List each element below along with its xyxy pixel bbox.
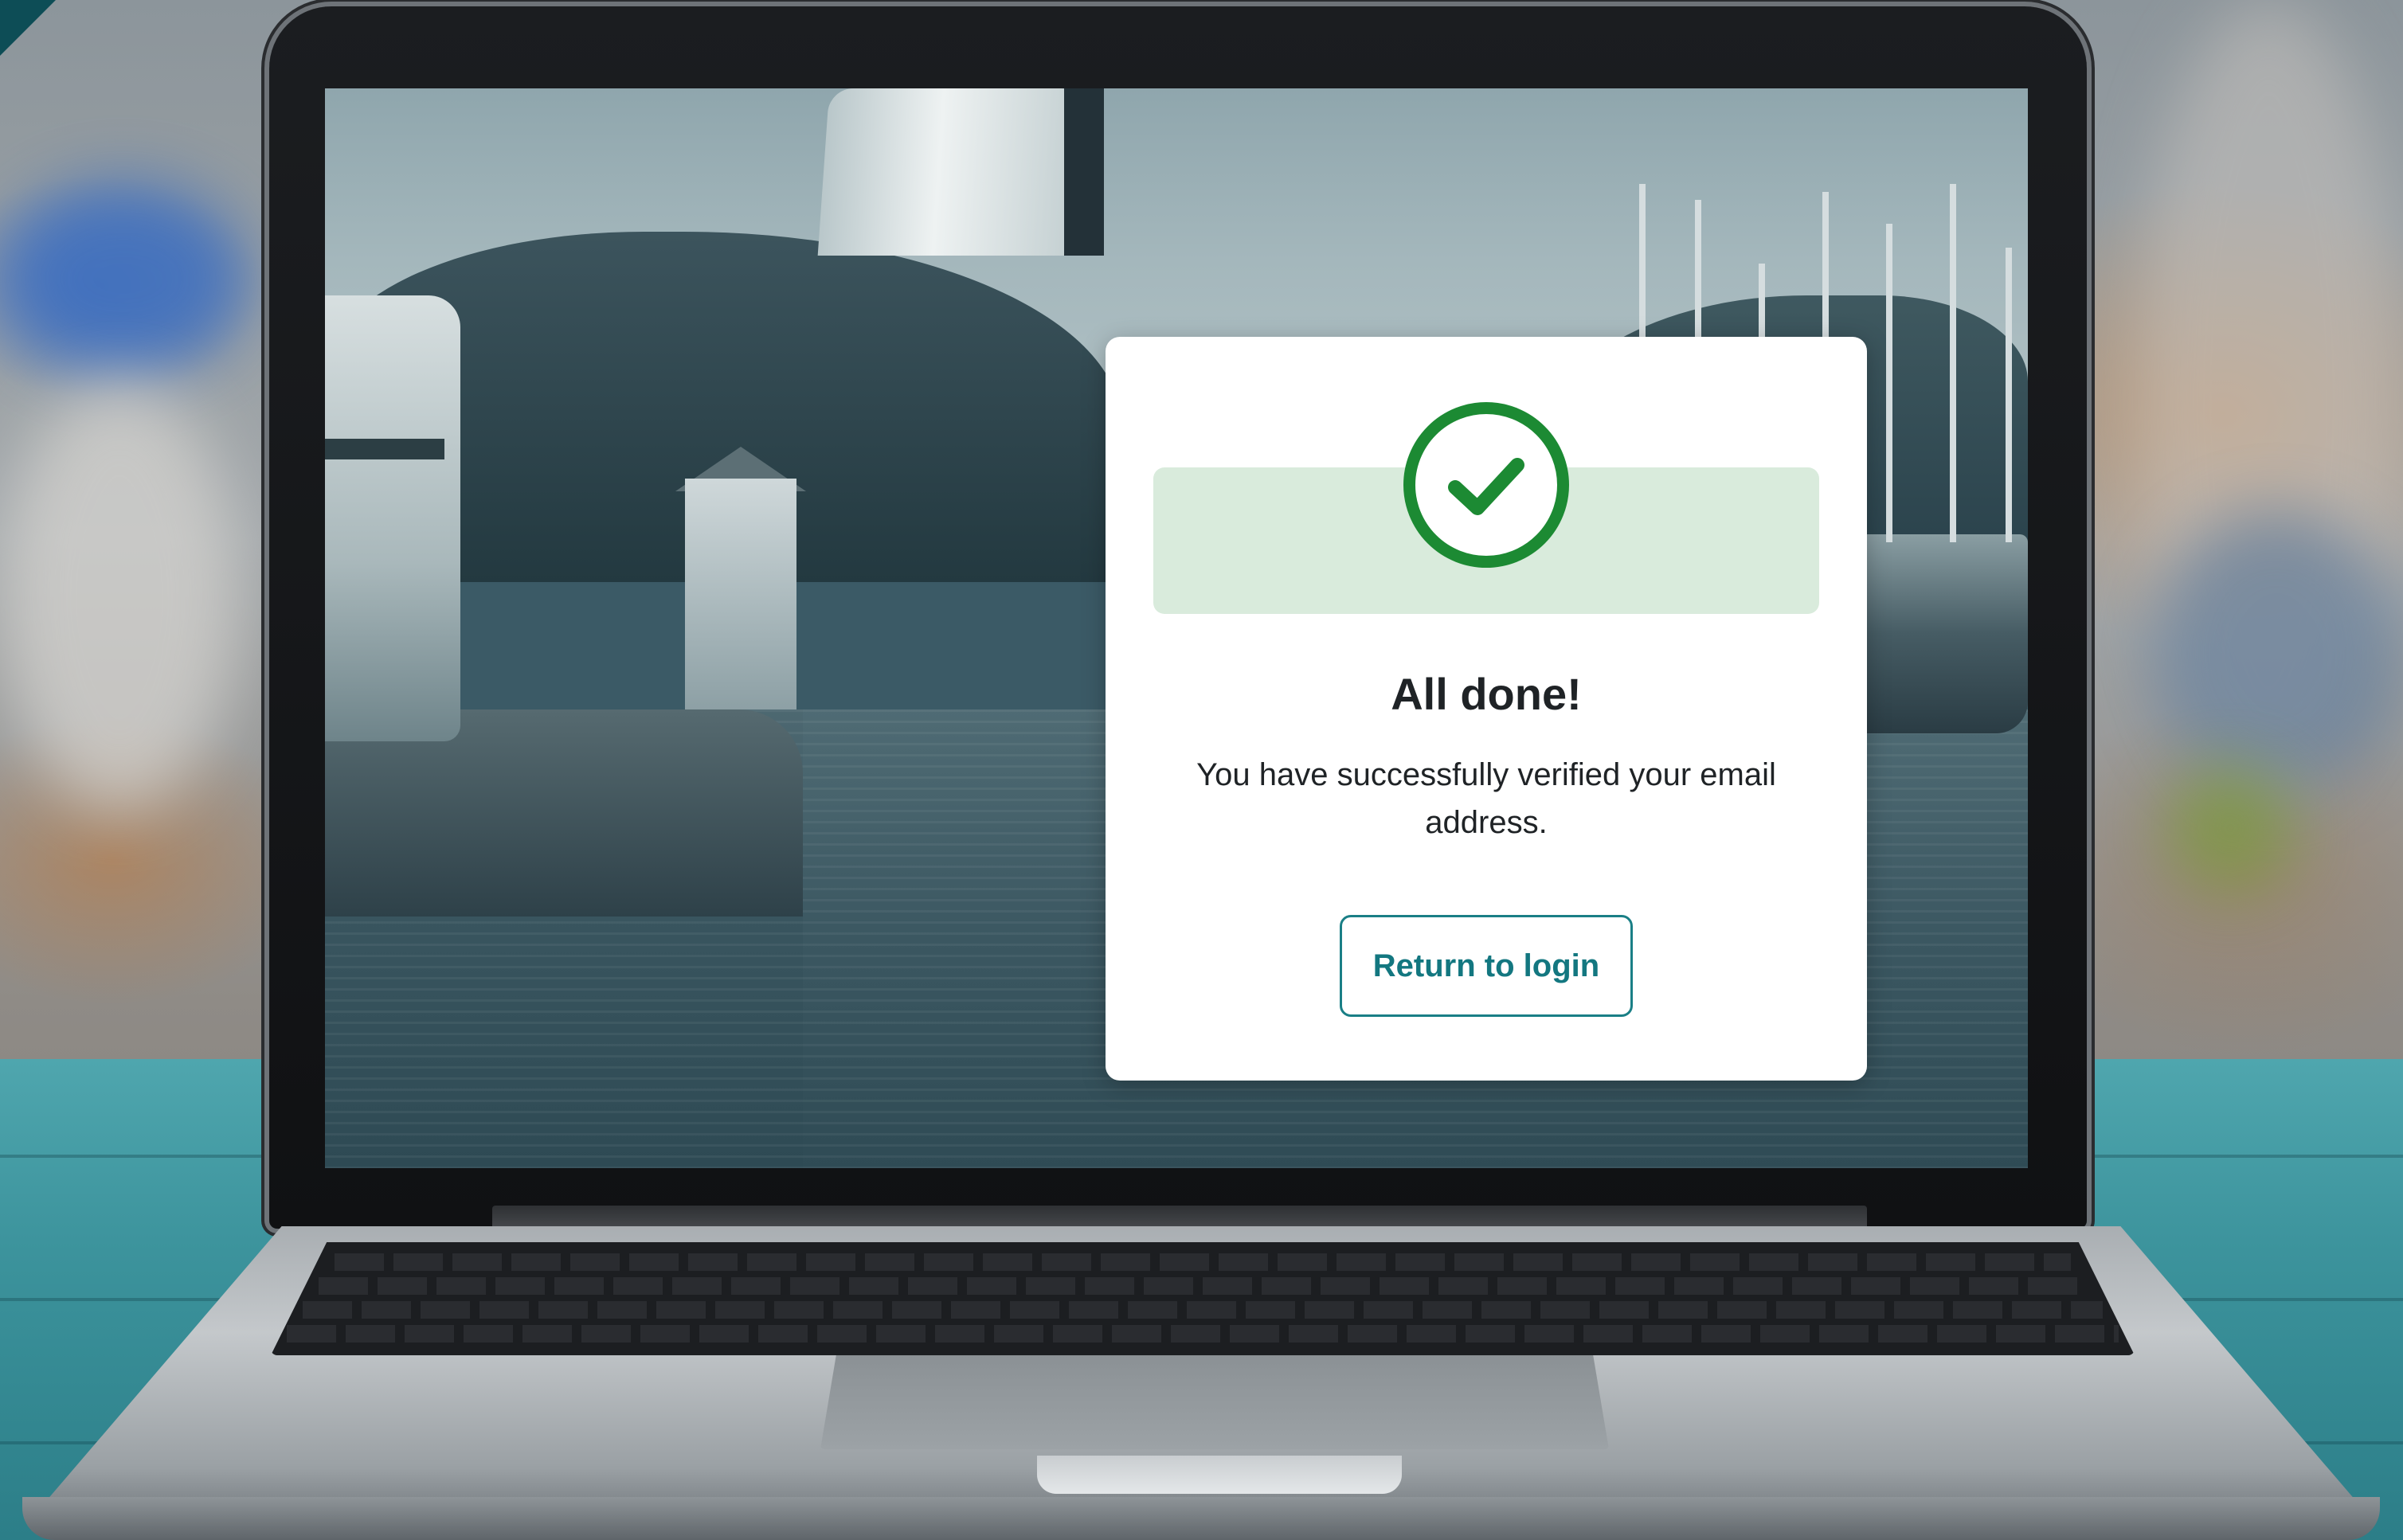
return-to-login-button[interactable]: Return to login: [1340, 915, 1633, 1017]
boat-mast: [2006, 248, 2012, 542]
dialog-title: All done!: [1391, 669, 1582, 719]
background-blur-right-blue: [2151, 510, 2403, 796]
boat-mast: [1886, 224, 1892, 542]
background-blur-blue: [0, 183, 247, 374]
laptop-trackpad: [820, 1355, 1609, 1449]
laptop-keyboard: [271, 1242, 2135, 1355]
laptop-screen: All done! You have successfully verified…: [325, 88, 2028, 1168]
verification-dialog: All done! You have successfully verified…: [1106, 337, 1867, 1081]
ferry-windows: [325, 439, 444, 459]
laptop-opening-notch: [1037, 1456, 1402, 1494]
check-circle-icon: [1403, 402, 1569, 568]
dialog-message: You have successfully verified your emai…: [1196, 757, 1776, 840]
keyboard-row: [287, 1325, 2119, 1343]
laptop-base-front: [22, 1497, 2380, 1540]
lighthouse: [817, 88, 1085, 256]
corner-accent: [0, 0, 56, 56]
keyboard-row: [303, 1301, 2103, 1319]
checkmark-icon: [1448, 458, 1524, 515]
lighthouse-shadow: [1064, 88, 1104, 256]
shed: [685, 479, 796, 709]
background-blur-plant: [2166, 764, 2294, 892]
boat-mast: [1950, 184, 1956, 542]
background-blur-white: [0, 382, 239, 812]
keyboard-row: [319, 1277, 2087, 1295]
ferry-boat: [325, 295, 460, 741]
keyboard-row: [335, 1253, 2071, 1271]
